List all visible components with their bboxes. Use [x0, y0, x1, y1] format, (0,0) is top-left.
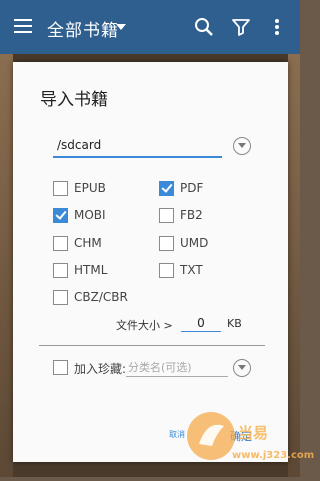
path-input[interactable]	[53, 134, 222, 158]
menu-icon[interactable]	[14, 19, 32, 33]
checkbox[interactable]	[53, 263, 68, 278]
checkbox[interactable]	[53, 360, 68, 375]
checkbox-label: FB2	[180, 208, 203, 222]
svg-text:当易: 当易	[238, 424, 268, 442]
file-size-label: 文件大小 >	[116, 319, 173, 332]
checkbox-label: 加入珍藏:	[74, 362, 127, 376]
checkbox[interactable]	[53, 208, 68, 223]
shelf-strip	[13, 54, 288, 62]
checkbox-label: UMD	[180, 236, 209, 250]
filter-icon[interactable]	[230, 16, 252, 38]
checkbox-label: PDF	[180, 181, 204, 195]
app-bar: 全部书籍	[0, 0, 300, 54]
checkbox[interactable]	[53, 236, 68, 251]
checkbox[interactable]	[159, 263, 174, 278]
path-dropdown-icon[interactable]	[233, 137, 251, 155]
bookshelf-background	[0, 54, 13, 477]
file-size-input[interactable]	[181, 315, 221, 332]
watermark-site-text: www.j323.com	[232, 450, 315, 461]
dialog-title: 导入书籍	[40, 90, 108, 110]
checkbox[interactable]	[159, 236, 174, 251]
watermark-logo-icon: 当易	[187, 412, 268, 460]
checkbox-label: HTML	[74, 263, 108, 277]
library-title[interactable]: 全部书籍	[47, 16, 119, 41]
checkbox[interactable]	[159, 181, 174, 196]
search-icon[interactable]	[193, 16, 215, 38]
checkbox[interactable]	[159, 208, 174, 223]
category-dropdown-icon[interactable]	[233, 359, 251, 377]
checkbox[interactable]	[53, 181, 68, 196]
checkbox-label: TXT	[180, 263, 203, 277]
category-input[interactable]	[126, 358, 228, 377]
checkbox-label: MOBI	[74, 208, 106, 222]
divider	[39, 345, 265, 346]
checkbox-label: CHM	[74, 236, 102, 250]
watermark: 当易 www.j323.com	[182, 400, 314, 477]
checkbox-label: EPUB	[74, 181, 106, 195]
checkbox-label: CBZ/CBR	[74, 290, 128, 304]
checkbox[interactable]	[53, 290, 68, 305]
file-size-unit: KB	[227, 317, 242, 330]
more-vert-icon[interactable]	[266, 16, 288, 38]
chevron-down-icon[interactable]	[116, 24, 126, 30]
